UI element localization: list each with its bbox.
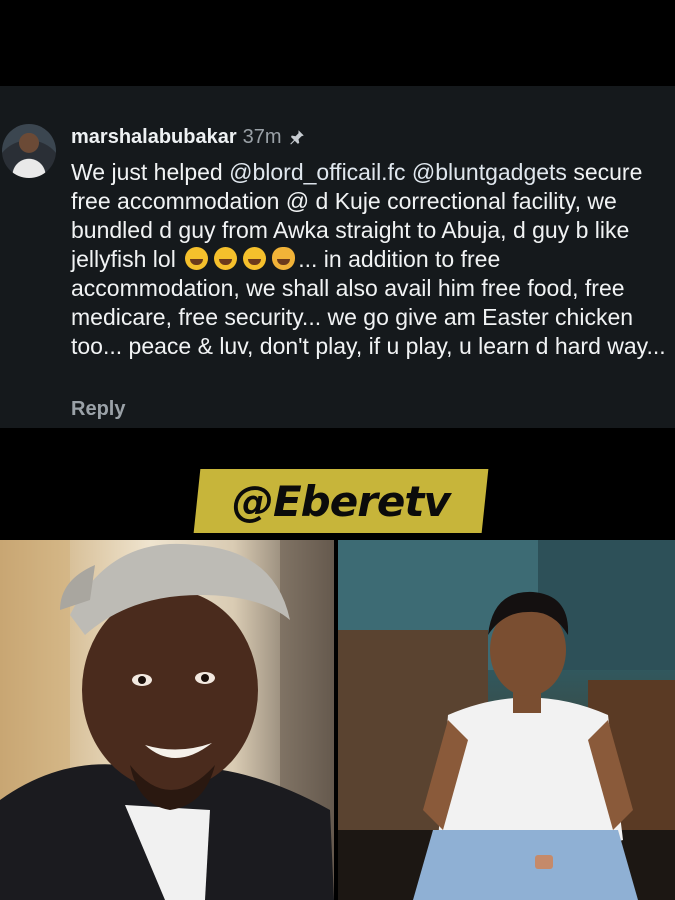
cat-tears-emoji <box>272 247 296 270</box>
watermark-text: @Eberetv <box>232 476 450 526</box>
comment-text-part: We just helped <box>71 159 230 185</box>
laughing-emoji <box>185 247 209 270</box>
reply-button[interactable]: Reply <box>71 398 125 421</box>
photo-lawyer-wig <box>0 540 334 900</box>
post-screenshot: marshalabubakar 37m We just helped @blor… <box>0 0 675 900</box>
comment-text: We just helped @blord_officail.fc @blunt… <box>71 158 667 361</box>
photo-lawyer-illustration <box>0 540 334 900</box>
mention-blord[interactable]: @blord_officail.fc <box>229 159 405 185</box>
photo-man-illustration <box>338 540 675 900</box>
avatar[interactable] <box>2 124 56 178</box>
pin-icon <box>289 130 304 145</box>
photo-man-white-shirt <box>338 540 675 900</box>
mention-bluntgadgets[interactable]: @bluntgadgets <box>412 159 567 185</box>
comment-username[interactable]: marshalabubakar <box>71 126 237 149</box>
comment-card: marshalabubakar 37m We just helped @blor… <box>0 86 675 428</box>
watermark-banner: @Eberetv <box>193 469 489 533</box>
tears-of-joy-emoji <box>243 247 267 270</box>
comment-header: marshalabubakar 37m <box>71 124 306 150</box>
rofl-emoji <box>214 247 238 270</box>
comment-time: 37m <box>242 125 282 148</box>
